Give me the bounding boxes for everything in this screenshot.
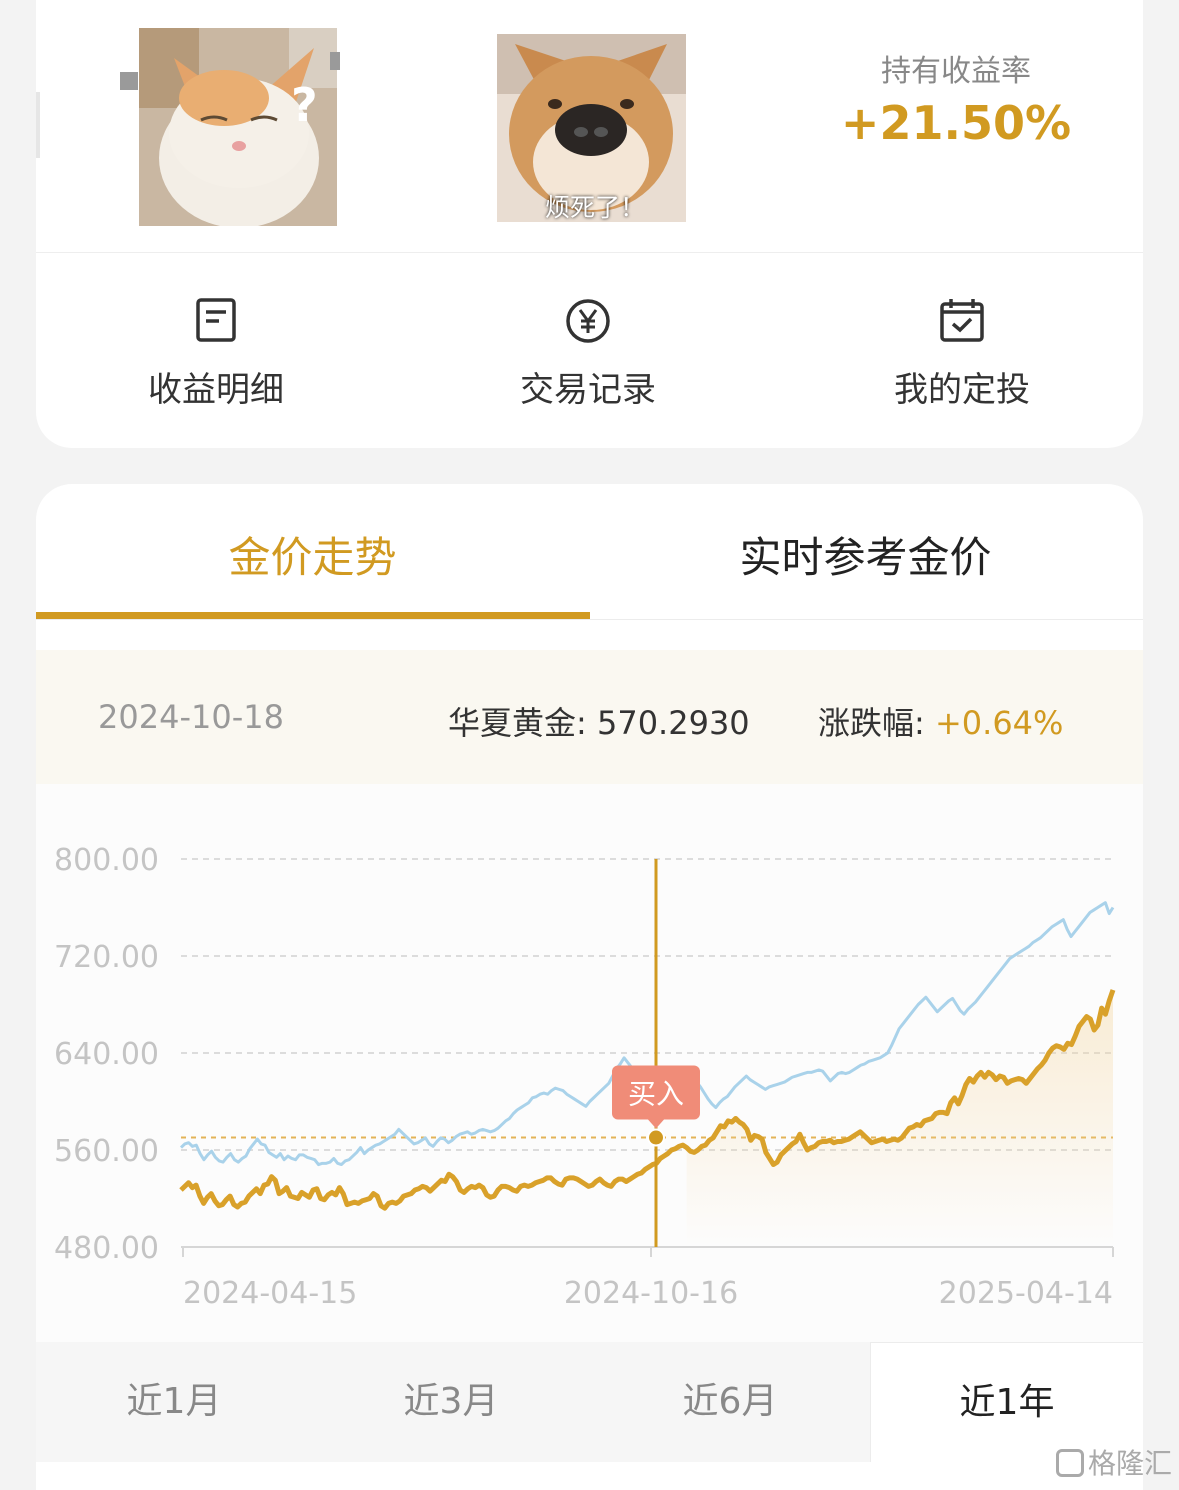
yen-circle-icon (566, 299, 610, 343)
menu-item-label: 收益明细 (148, 370, 284, 410)
tab-realtime-price[interactable]: 实时参考金价 (589, 524, 1142, 585)
y-tick-label: 720.00 (54, 940, 159, 975)
period-3-months[interactable]: 近3月 (312, 1342, 590, 1462)
period-selector: 近1月 近3月 近6月 近1年 (36, 1342, 1143, 1462)
holding-card: ? 烦死了！ 持有收益率 +21.50% 收益明细 交易记录 我的定投 (36, 0, 1143, 448)
dog-caption: 烦死了！ (545, 193, 646, 222)
buy-point-dot (647, 1128, 665, 1147)
chart-svg: 800.00 720.00 640.00 560.00 480.00 2024-04-15… (54, 843, 1116, 1311)
document-icon (196, 298, 236, 342)
y-tick-label: 800.00 (54, 843, 159, 878)
watermark: 格隆汇 (1056, 1442, 1172, 1482)
x-tick-label: 2024-04-15 (183, 1276, 357, 1311)
mosaic-patch (36, 92, 40, 158)
buy-marker-pointer (648, 1119, 664, 1129)
fund-value: 570.2930 (596, 704, 750, 742)
holding-return: 持有收益率 +21.50% (826, 46, 1086, 150)
change-value: +0.64% (934, 704, 1064, 742)
tooltip-info-bar: 2024-10-18 华夏黄金: 570.2930 涨跌幅: +0.64% (36, 650, 1143, 784)
fund-price: 华夏黄金: 570.2930 (448, 698, 750, 744)
tab-bar: 金价走势 实时参考金价 (36, 484, 1143, 620)
active-tab-indicator (36, 612, 590, 619)
cat-meme-image: ? (139, 28, 337, 226)
calendar-check-icon (940, 299, 984, 342)
price-change: 涨跌幅: +0.64% (818, 698, 1063, 744)
menu-item-trade-records[interactable]: 交易记录 (468, 296, 708, 411)
mosaic-patch (120, 72, 138, 90)
menu-item-my-auto-invest[interactable]: 我的定投 (842, 296, 1082, 411)
y-tick-label: 480.00 (54, 1231, 159, 1266)
change-label: 涨跌幅: (818, 704, 925, 742)
menu-item-income-details[interactable]: 收益明细 (96, 296, 336, 411)
gold-price-card: 金价走势 实时参考金价 2024-10-18 华夏黄金: 570.2930 涨跌… (36, 484, 1143, 1490)
y-tick-label: 640.00 (54, 1037, 159, 1072)
tab-gold-trend[interactable]: 金价走势 (36, 524, 589, 585)
y-tick-label: 560.00 (54, 1134, 159, 1169)
divider (36, 252, 1143, 253)
selected-date: 2024-10-18 (98, 698, 284, 736)
menu-item-label: 交易记录 (520, 370, 656, 410)
period-1-month[interactable]: 近1月 (36, 1342, 312, 1462)
buy-marker-label: 买入 (628, 1078, 684, 1111)
return-label: 持有收益率 (881, 54, 1031, 89)
menu-item-label: 我的定投 (894, 370, 1030, 410)
period-6-months[interactable]: 近6月 (590, 1342, 870, 1462)
dog-meme-image: 烦死了！ (497, 34, 686, 222)
price-chart[interactable]: 800.00 720.00 640.00 560.00 480.00 2024-04-15… (36, 784, 1143, 1342)
x-tick-label: 2024-10-16 (564, 1276, 738, 1311)
watermark-logo-icon (1056, 1449, 1084, 1477)
question-mark: ? (291, 78, 318, 132)
return-value: +21.50% (840, 96, 1072, 150)
x-tick-label: 2025-04-14 (939, 1276, 1113, 1311)
watermark-text: 格隆汇 (1088, 1447, 1173, 1480)
mosaic-patch (330, 52, 340, 70)
fund-label: 华夏黄金: (448, 704, 587, 742)
